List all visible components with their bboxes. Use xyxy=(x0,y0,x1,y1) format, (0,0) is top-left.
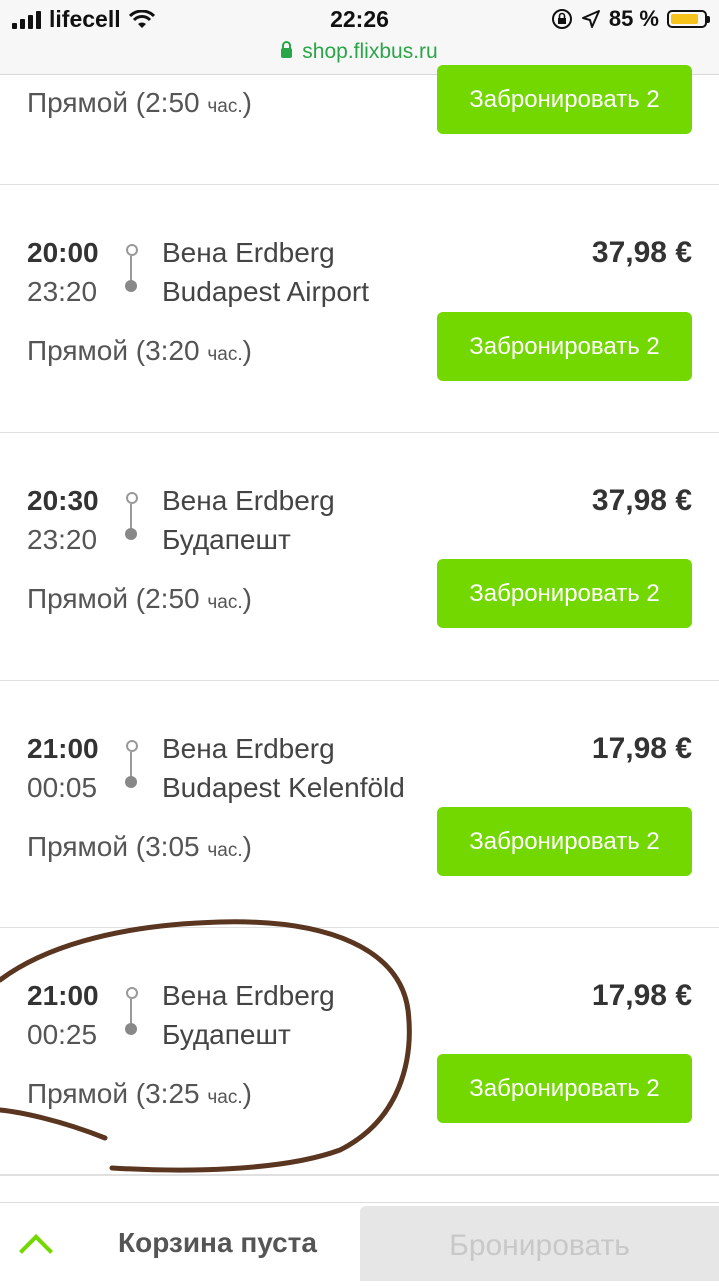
trip-card: 20:00 23:20 Вена Erdberg Budapest Airpor… xyxy=(0,185,719,434)
location-icon xyxy=(581,10,600,28)
departure-time: 20:30 xyxy=(27,485,99,516)
trip-price: 17,98 € xyxy=(591,979,692,1012)
arrival-station: Budapest Kelenföld xyxy=(162,772,405,803)
departure-station: Вена Erdberg xyxy=(162,237,335,268)
departure-station: Вена Erdberg xyxy=(162,485,335,516)
rotation-lock-icon xyxy=(551,9,572,29)
status-bar: lifecell 22:26 85 % shop.flixbus.ru xyxy=(0,0,719,75)
arrival-station: Будапешт xyxy=(162,524,291,555)
arrival-time: 23:20 xyxy=(27,276,98,307)
arrival-station: Будапешт xyxy=(162,1019,291,1050)
trip-price: 17,98 € xyxy=(591,732,692,765)
lock-icon xyxy=(281,41,293,58)
trip-duration: Прямой (3:20 час.) xyxy=(27,335,252,366)
departure-station: Вена Erdberg xyxy=(162,980,335,1011)
cart-status[interactable]: Корзина пуста xyxy=(118,1227,317,1259)
book-trip-button[interactable]: Забронировать 2 xyxy=(437,807,692,876)
arrival-time: 00:05 xyxy=(27,772,98,803)
url-text: shop.flixbus.ru xyxy=(302,40,438,63)
departure-time: 21:00 xyxy=(27,980,99,1011)
address-bar[interactable]: shop.flixbus.ru xyxy=(0,40,719,64)
departure-time: 21:00 xyxy=(27,733,99,764)
trip-card: 21:00 00:25 Вена Erdberg Будапешт 17,98 … xyxy=(0,928,719,1176)
trip-duration: Прямой (3:25 час.) xyxy=(27,1078,252,1109)
arrival-station: Budapest Airport xyxy=(162,276,370,307)
chevron-up-icon[interactable] xyxy=(19,1234,53,1268)
trip-duration: Прямой (2:50 час.) xyxy=(27,87,252,118)
arrival-time: 23:20 xyxy=(27,524,98,555)
trip-price: 37,98 € xyxy=(591,484,692,517)
battery-percent: 85 % xyxy=(608,6,659,31)
book-button[interactable]: Бронировать xyxy=(360,1206,719,1281)
book-trip-button[interactable]: Забронировать 2 xyxy=(437,1054,692,1123)
book-trip-button[interactable]: Забронировать 2 xyxy=(437,559,692,628)
cart-bar: Корзина пуста Бронировать xyxy=(0,1202,719,1281)
book-trip-button[interactable]: Забронировать 2 xyxy=(437,312,692,381)
arrival-time: 00:25 xyxy=(27,1019,98,1050)
book-trip-button[interactable]: Забронировать 2 xyxy=(437,65,692,134)
status-right: 85 % xyxy=(551,6,710,32)
trip-duration: Прямой (2:50 час.) xyxy=(27,583,252,614)
departure-time: 20:00 xyxy=(27,237,99,268)
battery-icon xyxy=(667,10,710,28)
trip-card: Прямой (2:50 час.) Забронировать 2 xyxy=(0,65,719,186)
trip-price: 37,98 € xyxy=(591,236,692,269)
trip-duration: Прямой (3:05 час.) xyxy=(27,831,252,862)
trip-card: 20:30 23:20 Вена Erdberg Будапешт 37,98 … xyxy=(0,433,719,682)
trip-card: 21:00 00:05 Вена Erdberg Budapest Kelenf… xyxy=(0,681,719,929)
departure-station: Вена Erdberg xyxy=(162,733,335,764)
